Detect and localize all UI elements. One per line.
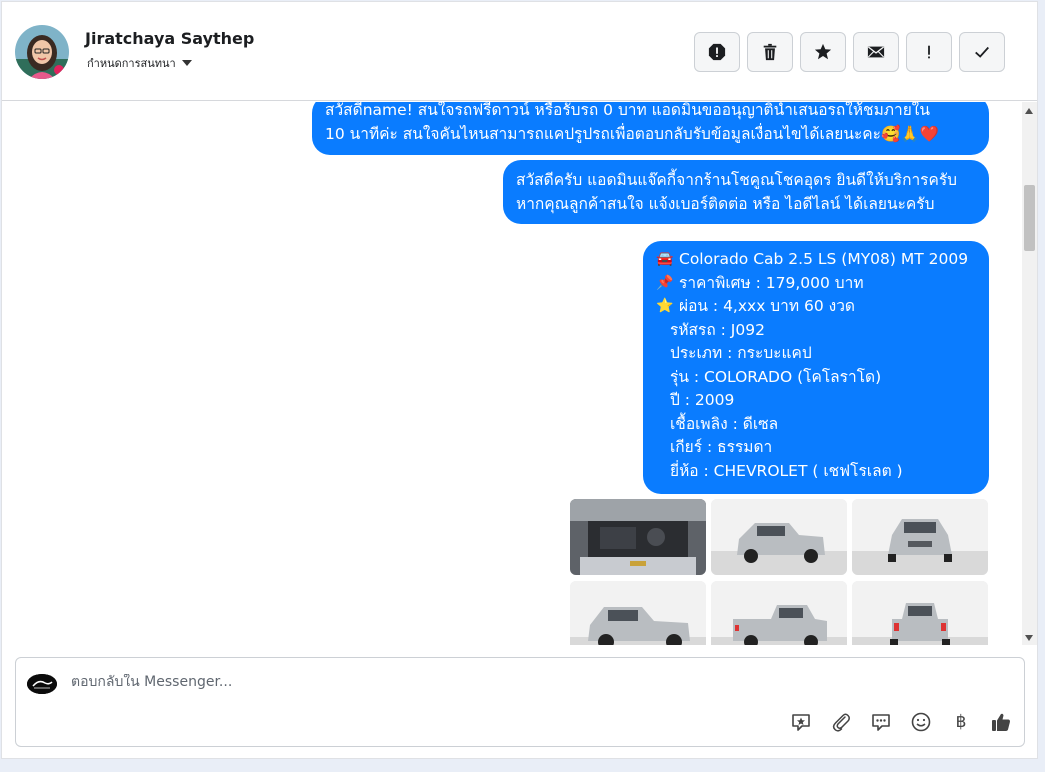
message-line: 10 นาทีค่ะ สนใจคันไหนสามารถแคปรูปรถเพื่อ…: [325, 124, 939, 143]
car-photo-rear[interactable]: [852, 581, 988, 645]
car-detail: ประเภท : กระบะแคป: [670, 344, 812, 362]
contact-avatar[interactable]: [15, 25, 69, 79]
car-detail: เชื้อเพลิง : ดีเซล: [670, 414, 779, 433]
attach-file-button[interactable]: [830, 711, 852, 733]
car-listing-bubble: 🚘 Colorado Cab 2.5 LS (MY08) MT 2009 📌 ร…: [643, 241, 989, 494]
photo-grid: [570, 499, 990, 645]
alert-octagon-icon: [708, 43, 726, 61]
envelope-icon: [867, 46, 885, 58]
car-installment: ผ่อน : 4,xxx บาท 60 งวด: [679, 297, 855, 315]
scroll-up-arrow-icon[interactable]: [1025, 108, 1033, 114]
assign-label: กำหนดการสนทนา: [87, 57, 176, 70]
car-detail: ยี่ห้อ : CHEVROLET ( เชฟโรเลต ): [670, 461, 903, 480]
page-avatar: [27, 674, 57, 694]
star-button[interactable]: [800, 32, 846, 72]
message-line: สวัสดีname! สนใจรถฟรีดาวน์ หรือรับรถ 0 บ…: [325, 102, 930, 119]
message-bubble: สวัสดีครับ แอดมินแจ๊คกี้จากร้านโชคูณโชคอ…: [503, 160, 989, 224]
conversation-toolbar: [694, 32, 1005, 72]
car-detail: เกียร์ : ธรรมดา: [670, 438, 773, 456]
car-detail: ปี : 2009: [670, 391, 735, 409]
delete-button[interactable]: [747, 32, 793, 72]
mark-spam-button[interactable]: [694, 32, 740, 72]
email-button[interactable]: [853, 32, 899, 72]
message-line: หากคุณลูกค้าสนใจ แจ้งเบอร์ติดต่อ หรือ ไอ…: [516, 194, 935, 213]
paperclip-icon: [832, 713, 850, 732]
car-photo-rear-left[interactable]: [711, 581, 847, 645]
star-emoji-icon: ⭐: [656, 298, 674, 314]
car-photo-engine[interactable]: [570, 499, 706, 575]
composer-actions: ฿: [790, 711, 1012, 733]
quick-reply-button[interactable]: [870, 711, 892, 733]
saved-reply-button[interactable]: [790, 711, 812, 733]
reply-composer: ฿: [15, 657, 1025, 747]
car-photo-front[interactable]: [852, 499, 988, 575]
car-detail: รหัสรถ : J092: [670, 320, 765, 339]
car-photo-front-left[interactable]: [711, 499, 847, 575]
smiley-icon: [911, 712, 931, 732]
car-title: Colorado Cab 2.5 LS (MY08) MT 2009: [679, 250, 969, 268]
conversation-header: Jiratchaya Saythep กำหนดการสนทนา: [2, 2, 1037, 101]
car-emoji-icon: 🚘: [656, 251, 674, 267]
message-scrollbar[interactable]: [1022, 102, 1037, 645]
message-line: สวัสดีครับ แอดมินแจ๊คกี้จากร้านโชคูณโชคอ…: [516, 171, 958, 189]
chat-bubble-icon: [872, 714, 890, 731]
like-button[interactable]: [990, 711, 1012, 733]
contact-name[interactable]: Jiratchaya Saythep: [85, 29, 254, 48]
caret-down-icon: [181, 60, 192, 66]
message-list[interactable]: สวัสดีname! สนใจรถฟรีดาวน์ หรือรับรถ 0 บ…: [2, 102, 1022, 645]
car-photo-side-left[interactable]: [570, 581, 706, 645]
mark-done-button[interactable]: [959, 32, 1005, 72]
thumbs-up-icon: [992, 713, 1010, 731]
message-bubble: สวัสดีname! สนใจรถฟรีดาวน์ หรือรับรถ 0 บ…: [312, 102, 989, 155]
assign-conversation-dropdown[interactable]: กำหนดการสนทนา: [87, 54, 192, 72]
emoji-button[interactable]: [910, 711, 932, 733]
checkmark-icon: [975, 46, 989, 58]
reply-input[interactable]: [71, 674, 671, 690]
scroll-down-arrow-icon[interactable]: [1025, 635, 1033, 641]
trash-icon: [763, 43, 777, 61]
scroll-thumb[interactable]: [1024, 185, 1035, 251]
pushpin-emoji-icon: 📌: [656, 274, 674, 291]
car-price: ราคาพิเศษ : 179,000 บาท: [679, 273, 864, 292]
saved-reply-icon: [792, 714, 810, 731]
exclamation-icon: [928, 45, 930, 59]
mark-important-button[interactable]: [906, 32, 952, 72]
conversation-panel: Jiratchaya Saythep กำหนดการสนทนา สวัสดีn…: [1, 1, 1038, 759]
car-detail: รุ่น : COLORADO (โคโลราโด): [670, 367, 882, 386]
star-icon: [814, 43, 832, 60]
payment-baht-button[interactable]: ฿: [950, 711, 972, 733]
